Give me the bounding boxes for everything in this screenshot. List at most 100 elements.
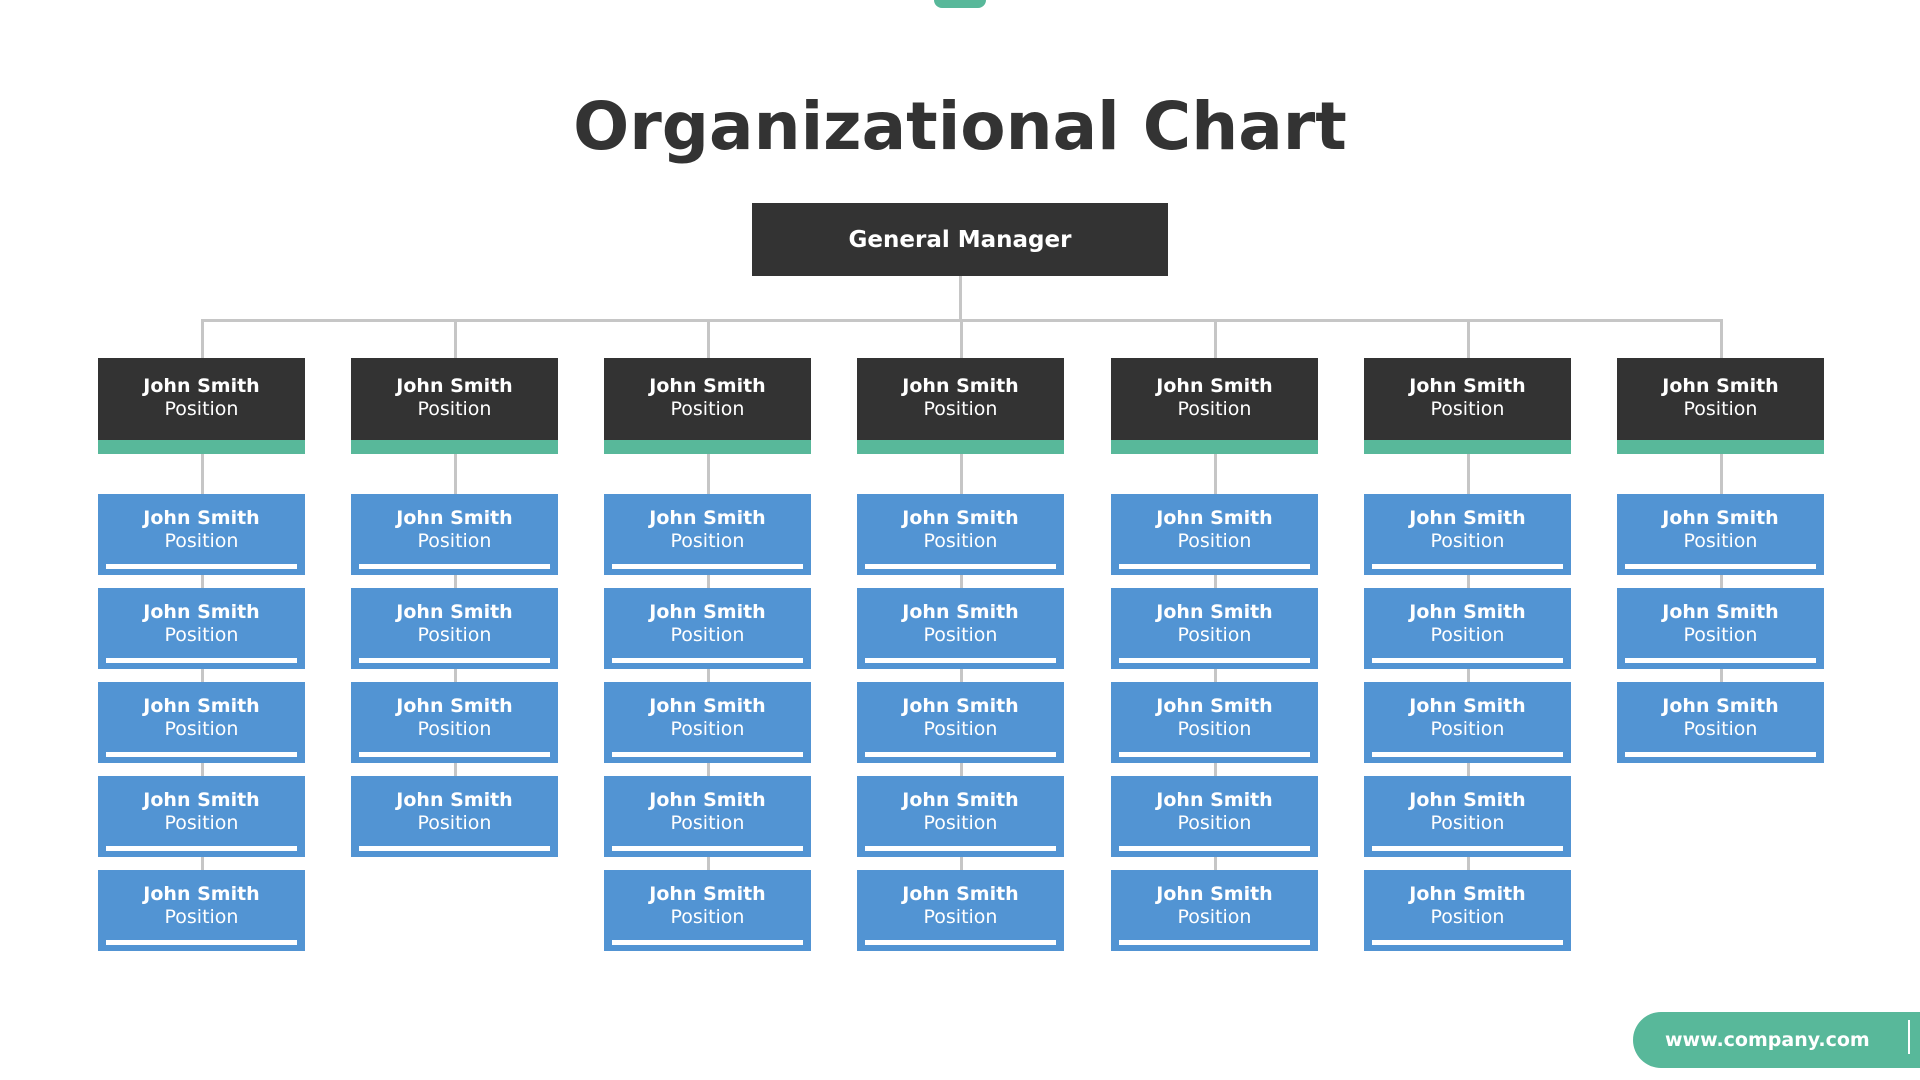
team-member-node[interactable]: John Smith Position [604, 588, 811, 669]
team-member-node[interactable]: John Smith Position [98, 776, 305, 857]
team-member-node[interactable]: John Smith Position [1617, 494, 1824, 575]
department-head-node[interactable]: John Smith Position [98, 358, 305, 440]
department-head-accent-strip [1617, 440, 1824, 454]
node-underline-bar [106, 846, 297, 851]
department-head-node[interactable]: John Smith Position [1617, 358, 1824, 440]
connector-bus-to-head [1213, 319, 1217, 358]
top-accent-tab [934, 0, 986, 8]
node-underline-bar [1372, 564, 1563, 569]
team-member-node[interactable]: John Smith Position [351, 682, 558, 763]
person-position: Position [164, 812, 239, 834]
department-head-node[interactable]: John Smith Position [1111, 358, 1318, 440]
person-position: Position [1430, 530, 1505, 552]
node-underline-bar [612, 658, 803, 663]
department-head-accent-strip [1111, 440, 1318, 454]
node-underline-bar [1372, 940, 1563, 945]
person-name: John Smith [1409, 507, 1526, 529]
team-member-node[interactable]: John Smith Position [98, 682, 305, 763]
person-position: Position [1177, 398, 1252, 420]
connector-bus-to-head [706, 319, 710, 358]
team-member-node[interactable]: John Smith Position [857, 776, 1064, 857]
person-position: Position [1177, 906, 1252, 928]
team-member-node[interactable]: John Smith Position [604, 870, 811, 951]
person-name: John Smith [1409, 601, 1526, 623]
department-head-node[interactable]: John Smith Position [604, 358, 811, 440]
team-member-node[interactable]: John Smith Position [1111, 588, 1318, 669]
person-name: John Smith [396, 695, 513, 717]
node-underline-bar [1119, 564, 1310, 569]
department-head-node[interactable]: John Smith Position [1364, 358, 1571, 440]
team-member-node[interactable]: John Smith Position [1364, 682, 1571, 763]
team-member-node[interactable]: John Smith Position [857, 682, 1064, 763]
team-member-node[interactable]: John Smith Position [1111, 776, 1318, 857]
team-member-node[interactable]: John Smith Position [351, 588, 558, 669]
node-underline-bar [1119, 752, 1310, 757]
team-member-node[interactable]: John Smith Position [351, 494, 558, 575]
website-link[interactable]: www.company.com [1633, 1012, 1920, 1068]
team-member-node[interactable]: John Smith Position [98, 588, 305, 669]
person-position: Position [164, 906, 239, 928]
node-underline-bar [1625, 564, 1816, 569]
person-position: Position [417, 398, 492, 420]
team-member-node[interactable]: John Smith Position [1364, 494, 1571, 575]
team-member-node[interactable]: John Smith Position [98, 870, 305, 951]
person-name: John Smith [1156, 375, 1273, 397]
connector-bus-to-head [453, 319, 457, 358]
team-member-node[interactable]: John Smith Position [1111, 682, 1318, 763]
person-position: Position [1177, 624, 1252, 646]
person-name: John Smith [143, 375, 260, 397]
person-name: John Smith [1156, 789, 1273, 811]
root-node-general-manager[interactable]: General Manager [752, 203, 1168, 276]
team-member-node[interactable]: John Smith Position [604, 776, 811, 857]
person-position: Position [923, 906, 998, 928]
team-member-node[interactable]: John Smith Position [857, 494, 1064, 575]
person-position: Position [1177, 718, 1252, 740]
connector-bus-to-head [959, 319, 963, 358]
node-underline-bar [612, 940, 803, 945]
team-member-node[interactable]: John Smith Position [1617, 682, 1824, 763]
team-member-node[interactable]: John Smith Position [604, 682, 811, 763]
team-member-node[interactable]: John Smith Position [1364, 870, 1571, 951]
person-name: John Smith [143, 695, 260, 717]
team-member-node[interactable]: John Smith Position [1111, 494, 1318, 575]
department-head-node[interactable]: John Smith Position [857, 358, 1064, 440]
footer-divider [1908, 1020, 1910, 1054]
team-member-node[interactable]: John Smith Position [98, 494, 305, 575]
team-member-node[interactable]: John Smith Position [857, 870, 1064, 951]
person-position: Position [923, 530, 998, 552]
node-underline-bar [1625, 752, 1816, 757]
node-underline-bar [106, 564, 297, 569]
person-name: John Smith [649, 883, 766, 905]
team-member-node[interactable]: John Smith Position [1364, 588, 1571, 669]
node-underline-bar [1372, 846, 1563, 851]
person-position: Position [1430, 398, 1505, 420]
team-member-node[interactable]: John Smith Position [351, 776, 558, 857]
person-name: John Smith [1662, 695, 1779, 717]
node-underline-bar [1119, 940, 1310, 945]
node-underline-bar [865, 752, 1056, 757]
person-name: John Smith [1156, 601, 1273, 623]
person-name: John Smith [649, 507, 766, 529]
team-member-node[interactable]: John Smith Position [857, 588, 1064, 669]
person-position: Position [164, 398, 239, 420]
person-name: John Smith [1662, 507, 1779, 529]
person-position: Position [670, 624, 745, 646]
team-member-node[interactable]: John Smith Position [1617, 588, 1824, 669]
node-underline-bar [1372, 658, 1563, 663]
person-name: John Smith [649, 789, 766, 811]
department-head-node[interactable]: John Smith Position [351, 358, 558, 440]
node-underline-bar [1119, 658, 1310, 663]
node-underline-bar [865, 846, 1056, 851]
node-underline-bar [865, 564, 1056, 569]
person-position: Position [1430, 718, 1505, 740]
person-name: John Smith [143, 883, 260, 905]
node-underline-bar [612, 846, 803, 851]
person-position: Position [1430, 812, 1505, 834]
person-name: John Smith [1662, 375, 1779, 397]
person-position: Position [1683, 398, 1758, 420]
node-underline-bar [359, 846, 550, 851]
team-member-node[interactable]: John Smith Position [1111, 870, 1318, 951]
team-member-node[interactable]: John Smith Position [1364, 776, 1571, 857]
person-position: Position [1177, 812, 1252, 834]
team-member-node[interactable]: John Smith Position [604, 494, 811, 575]
